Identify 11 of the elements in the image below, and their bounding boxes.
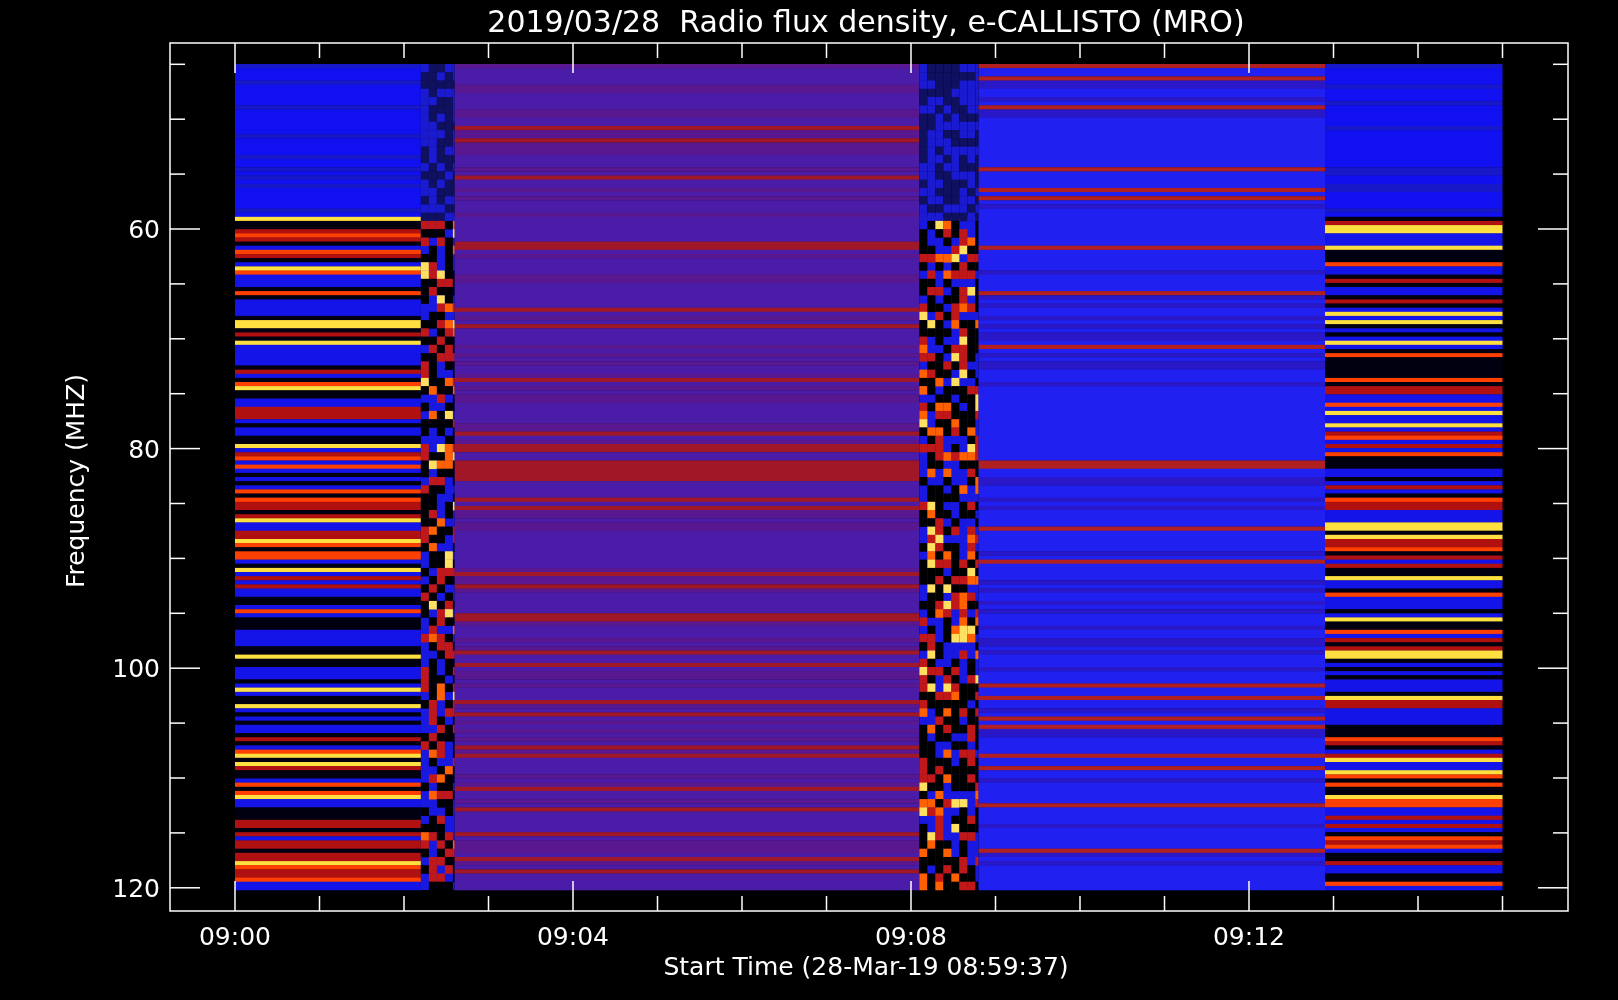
x-tick-label: 09:08 <box>875 922 947 951</box>
chart-title: 2019/03/28 Radio flux density, e-CALLISTO (MRO) <box>487 4 1245 39</box>
y-tick-label: 80 <box>128 434 160 464</box>
y-tick-label: 100 <box>112 654 160 684</box>
x-tick-label: 09:12 <box>1213 922 1285 951</box>
x-axis-label: Start Time (28-Mar-19 08:59:37) <box>663 952 1069 981</box>
y-tick-label: 120 <box>112 873 160 903</box>
y-axis-label: Frequency (MHZ) <box>61 373 90 589</box>
x-tick-label: 09:00 <box>199 922 271 951</box>
x-tick-label: 09:04 <box>537 922 609 951</box>
y-tick-label: 60 <box>128 215 160 244</box>
